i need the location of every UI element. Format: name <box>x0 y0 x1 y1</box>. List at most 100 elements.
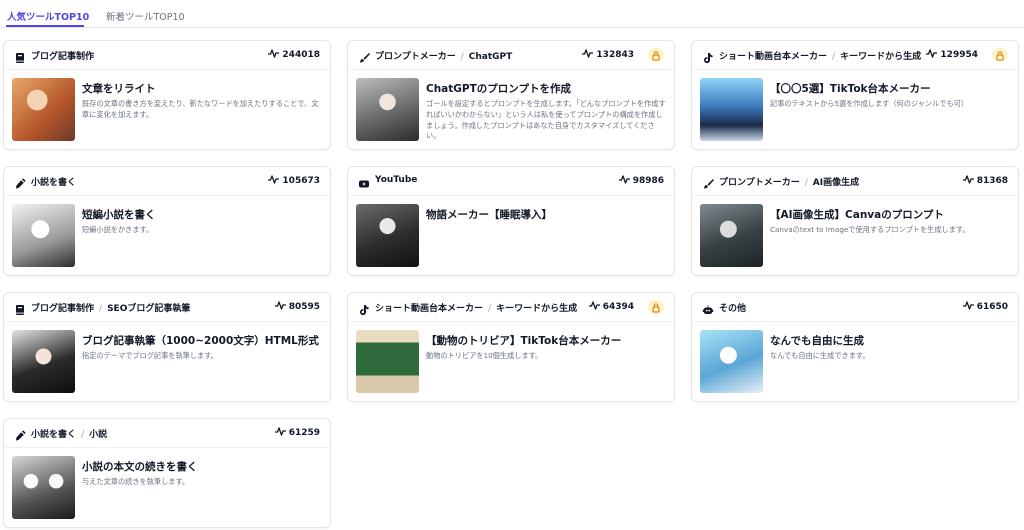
activity-icon <box>962 301 977 312</box>
category-label[interactable]: YouTube <box>375 175 417 185</box>
lock-icon <box>992 48 1008 62</box>
tool-title[interactable]: 【〇〇5選】TikTok台本メーカー <box>770 81 1010 96</box>
usage-count-value: 61650 <box>976 302 1008 312</box>
tool-title[interactable]: 【動物のトリビア】TikTok台本メーカー <box>426 333 666 348</box>
tool-card[interactable]: ブログ記事制作 / SEOブログ記事執筆 80595 ブログ記事執筆（1000~2000… <box>3 292 331 402</box>
tool-title[interactable]: ChatGPTのプロンプトを作成 <box>426 81 666 96</box>
usage-count: 81368 <box>962 175 1008 186</box>
youtube-icon <box>358 175 370 188</box>
usage-count: 244018 <box>268 49 320 60</box>
tool-title[interactable]: 物語メーカー【睡眠導入】 <box>426 207 666 222</box>
category-label[interactable]: 小説を書く <box>31 178 76 188</box>
activity-icon <box>268 175 282 186</box>
card-header: プロンプトメーカー / ChatGPT 132843 <box>348 41 674 70</box>
tool-title[interactable]: 短編小説を書く <box>82 207 322 222</box>
usage-count: 129954 <box>926 49 978 60</box>
category-label[interactable]: ショート動画台本メーカー <box>719 52 827 62</box>
category-separator: / <box>488 304 492 314</box>
category-separator: / <box>99 304 103 314</box>
activity-icon <box>274 427 289 438</box>
tool-description: 与えた文章の続きを執筆します。 <box>82 477 190 486</box>
card-header: YouTube 98986 <box>348 167 674 196</box>
category-separator: / <box>832 52 836 62</box>
tool-card[interactable]: 小説を書く / 小説 61259 小説の本文の続きを書く 与えた文章の続きを執筆します。 <box>3 418 331 528</box>
subcategory-label[interactable]: キーワードから生成 <box>496 304 577 314</box>
activity-icon <box>268 49 282 60</box>
category-label[interactable]: 小説を書く <box>31 430 76 440</box>
tool-card[interactable]: ショート動画台本メーカー / キーワードから生成 129954 【〇〇5選】TikTok… <box>691 40 1019 150</box>
tool-card[interactable]: プロンプトメーカー / AI画像生成 81368 【AI画像生成】Canvaのプロンプト… <box>691 166 1019 276</box>
category-label[interactable]: プロンプトメーカー <box>375 52 456 62</box>
tool-title[interactable]: なんでも自由に生成 <box>770 333 1010 348</box>
category-label[interactable]: その他 <box>719 304 746 314</box>
usage-count-value: 244018 <box>282 50 320 60</box>
usage-count: 61650 <box>962 301 1008 312</box>
card-header: ブログ記事制作 244018 <box>4 41 330 70</box>
usage-count-value: 105673 <box>282 176 320 186</box>
category-label[interactable]: ショート動画台本メーカー <box>375 304 483 314</box>
activity-icon <box>618 175 633 186</box>
category-separator: / <box>460 52 464 62</box>
category-label[interactable]: プロンプトメーカー <box>719 178 800 188</box>
activity-icon <box>926 49 940 60</box>
tool-card[interactable]: YouTube 98986 物語メーカー【睡眠導入】 <box>347 166 675 276</box>
tool-card[interactable]: 小説を書く 105673 短編小説を書く短編小説をかきます。 <box>3 166 331 276</box>
tool-thumbnail <box>700 78 763 141</box>
card-category: 小説を書く / 小説 <box>31 427 107 440</box>
lock-icon <box>648 300 664 314</box>
activity-icon <box>582 49 596 60</box>
tool-title[interactable]: 小説の本文の続きを書く <box>82 459 322 474</box>
card-category: 小説を書く <box>31 175 76 188</box>
category-separator: / <box>81 430 85 440</box>
brush-icon <box>702 175 714 189</box>
subcategory-label[interactable]: 小説 <box>89 430 107 440</box>
tiktok-icon <box>702 49 714 64</box>
card-category: プロンプトメーカー / AI画像生成 <box>719 175 859 188</box>
card-category: YouTube <box>375 175 417 185</box>
tool-title[interactable]: 【AI画像生成】Canvaのプロンプト <box>770 207 1010 222</box>
usage-count-value: 129954 <box>940 50 978 60</box>
card-category: プロンプトメーカー / ChatGPT <box>375 49 512 62</box>
usage-count-value: 98986 <box>632 176 664 186</box>
tool-card[interactable]: プロンプトメーカー / ChatGPT 132843 ChatGPTのプロンプトを作成ゴ… <box>347 40 675 150</box>
usage-count: 98986 <box>618 175 664 186</box>
subcategory-label[interactable]: ChatGPT <box>469 52 513 62</box>
subcategory-label[interactable]: AI画像生成 <box>813 178 859 188</box>
tab-popular-top10[interactable]: 人気ツールTOP10 <box>7 9 89 23</box>
card-header: ショート動画台本メーカー / キーワードから生成 64394 <box>348 293 674 322</box>
subcategory-label[interactable]: SEOブログ記事執筆 <box>107 304 190 314</box>
card-header: ブログ記事制作 / SEOブログ記事執筆 80595 <box>4 293 330 322</box>
subcategory-label[interactable]: キーワードから生成 <box>840 52 921 62</box>
tool-description: ゴールを設定するとプロンプトを生成します。「どんなプロンプトを作成すればいいかわ… <box>426 99 666 141</box>
usage-count-value: 64394 <box>602 302 634 312</box>
usage-count-value: 80595 <box>288 302 320 312</box>
tool-description: 動物のトリビアを10個生成します。 <box>426 351 543 360</box>
pen-icon <box>14 427 26 441</box>
category-label[interactable]: ブログ記事制作 <box>31 304 94 314</box>
tool-card[interactable]: ショート動画台本メーカー / キーワードから生成 64394 【動物のトリビア】TikT… <box>347 292 675 402</box>
tool-card[interactable]: ブログ記事制作 244018 文章をリライト既存の文章の書き方を変えたり、新たなワー… <box>3 40 331 150</box>
card-header: プロンプトメーカー / AI画像生成 81368 <box>692 167 1018 196</box>
activity-icon <box>962 175 977 186</box>
usage-count: 64394 <box>588 301 634 312</box>
card-category: ブログ記事制作 / SEOブログ記事執筆 <box>31 301 190 314</box>
tool-thumbnail <box>12 204 75 267</box>
tool-description: 短編小説をかきます。 <box>82 225 154 234</box>
tab-new-top10[interactable]: 新着ツールTOP10 <box>106 9 185 23</box>
robot-icon <box>702 301 714 314</box>
active-tab-indicator <box>6 25 84 27</box>
card-header: その他 61650 <box>692 293 1018 322</box>
tool-thumbnail <box>356 78 419 141</box>
activity-icon <box>274 301 289 312</box>
tool-description: 既存の文章の書き方を変えたり、新たなワードを加えたりすることで、文章に変化を加え… <box>82 99 319 119</box>
card-category: ブログ記事制作 <box>31 49 94 62</box>
brush-icon <box>358 49 370 63</box>
tool-title[interactable]: ブログ記事執筆（1000~2000文字）HTML形式 <box>82 333 322 348</box>
tool-description: なんでも自由に生成できます。 <box>770 351 870 360</box>
tool-card[interactable]: その他 61650 なんでも自由に生成なんでも自由に生成できます。 <box>691 292 1019 402</box>
book-icon <box>14 49 26 63</box>
usage-count: 105673 <box>268 175 320 186</box>
category-label[interactable]: ブログ記事制作 <box>31 52 94 62</box>
usage-count: 80595 <box>274 301 320 312</box>
tool-title[interactable]: 文章をリライト <box>82 81 322 96</box>
